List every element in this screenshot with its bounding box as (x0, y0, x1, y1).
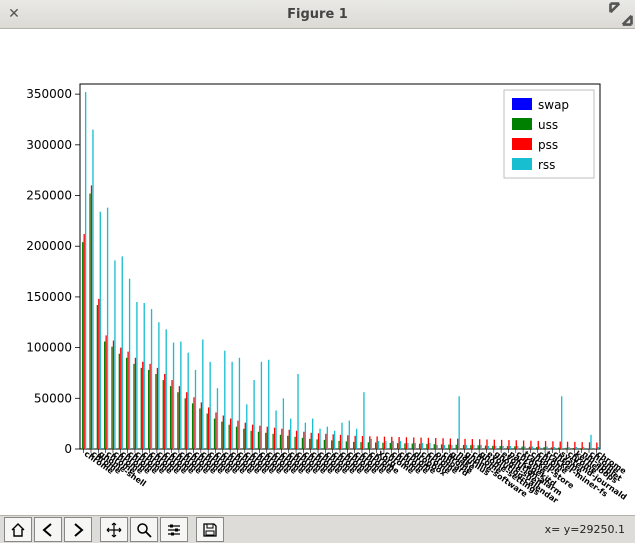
svg-text:200000: 200000 (26, 239, 72, 253)
forward-button[interactable] (64, 517, 92, 542)
svg-text:swap: swap (538, 98, 569, 112)
home-button[interactable] (4, 517, 32, 542)
svg-text:250000: 250000 (26, 189, 72, 203)
svg-text:uss: uss (538, 118, 558, 132)
move-icon (106, 522, 122, 538)
subplots-button[interactable] (160, 517, 188, 542)
maximize-icon (607, 0, 635, 28)
svg-text:0: 0 (64, 442, 72, 456)
save-button[interactable] (196, 517, 224, 542)
arrow-left-icon (40, 522, 56, 538)
svg-text:100000: 100000 (26, 341, 72, 355)
home-icon (10, 522, 26, 538)
pan-button[interactable] (100, 517, 128, 542)
save-icon (202, 522, 218, 538)
cursor-coords: x= y=29250.1 (545, 523, 625, 536)
close-button[interactable]: ✕ (0, 0, 28, 28)
back-button[interactable] (34, 517, 62, 542)
navigation-toolbar: x= y=29250.1 (0, 515, 635, 543)
svg-text:150000: 150000 (26, 290, 72, 304)
window-title: Figure 1 (0, 7, 635, 22)
svg-text:pss: pss (538, 138, 558, 152)
svg-text:350000: 350000 (26, 87, 72, 101)
maximize-button[interactable] (607, 0, 635, 28)
titlebar: ✕ Figure 1 (0, 0, 635, 29)
svg-text:50000: 50000 (34, 391, 72, 405)
zoom-icon (136, 522, 152, 538)
arrow-right-icon (70, 522, 86, 538)
figure-window: ✕ Figure 1 0 50000 100000 150000 200000 25000… (0, 0, 635, 543)
zoom-button[interactable] (130, 517, 158, 542)
svg-text:rss: rss (538, 158, 555, 172)
chart-canvas: 0 50000 100000 150000 200000 250000 300000 3500… (0, 29, 635, 517)
chart-area[interactable]: 0 50000 100000 150000 200000 250000 300000 3500… (0, 29, 635, 515)
svg-text:300000: 300000 (26, 138, 72, 152)
sliders-icon (166, 522, 182, 538)
